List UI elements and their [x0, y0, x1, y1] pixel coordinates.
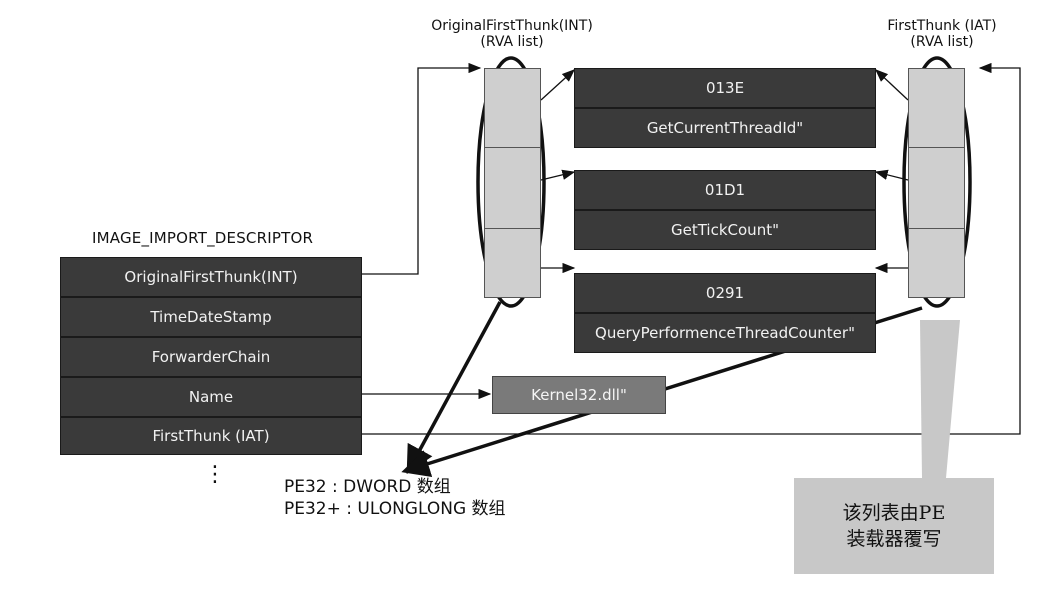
- int-rva-cell-3: [484, 228, 541, 298]
- descriptor-field-original-first-thunk: OriginalFirstThunk(INT): [60, 257, 362, 297]
- import-entry-1-name: GetCurrentThreadId": [574, 108, 876, 148]
- int-link-line: [362, 62, 482, 275]
- descriptor-field-forwarder-chain: ForwarderChain: [60, 337, 362, 377]
- overwrite-callout-text: 该列表由PE 装载器覆写: [843, 500, 946, 552]
- import-entry-3-hint: 0291: [574, 273, 876, 313]
- int-to-note-arrow: [406, 301, 502, 475]
- int-column-title-line1: OriginalFirstThunk(INT): [431, 18, 593, 34]
- descriptor-title: IMAGE_IMPORT_DESCRIPTOR: [92, 229, 314, 247]
- descriptor-field-first-thunk: FirstThunk (IAT): [60, 417, 362, 455]
- overwrite-callout-line2: 装载器覆写: [846, 528, 942, 550]
- descriptor-field-name: Name: [60, 377, 362, 417]
- int-rva-cell-2: [484, 147, 541, 229]
- import-entry-2-hint: 01D1: [574, 170, 876, 210]
- array-type-note-pe32: PE32 : DWORD 数组: [284, 477, 451, 497]
- int-column-title: OriginalFirstThunk(INT) (RVA list): [412, 18, 612, 50]
- more-fields-ellipsis: ⋮: [204, 462, 226, 487]
- iat-to-entry1: [875, 69, 909, 101]
- iat-column-title-line2: (RVA list): [910, 34, 974, 50]
- iat-column-title-line1: FirstThunk (IAT): [887, 18, 997, 34]
- more-fields-dots: ⋮: [204, 462, 226, 487]
- iat-rva-cell-2: [908, 147, 965, 229]
- int-column-title-line2: (RVA list): [480, 34, 544, 50]
- int-to-entry2: [540, 169, 576, 181]
- iat-rva-cell-1: [908, 68, 965, 148]
- descriptor-field-time-date-stamp: TimeDateStamp: [60, 297, 362, 337]
- array-type-note-pe32plus: PE32+ : ULONGLONG 数组: [284, 499, 506, 519]
- import-entry-1-hint: 013E: [574, 68, 876, 108]
- import-entry-3-name: QueryPerformenceThreadCounter": [574, 313, 876, 353]
- iat-rva-cell-3: [908, 228, 965, 298]
- array-type-note: PE32 : DWORD 数组 PE32+ : ULONGLONG 数组: [284, 476, 506, 520]
- int-to-entry1: [540, 69, 575, 101]
- import-entry-2-name: GetTickCount": [574, 210, 876, 250]
- overwrite-callout: 该列表由PE 装载器覆写: [794, 478, 994, 574]
- callout-pointer: [920, 320, 960, 478]
- int-rva-cell-1: [484, 68, 541, 148]
- dll-name-box: Kernel32.dll": [492, 376, 666, 414]
- overwrite-callout-line1: 该列表由PE: [842, 502, 946, 524]
- iat-column-title: FirstThunk (IAT) (RVA list): [842, 18, 1042, 50]
